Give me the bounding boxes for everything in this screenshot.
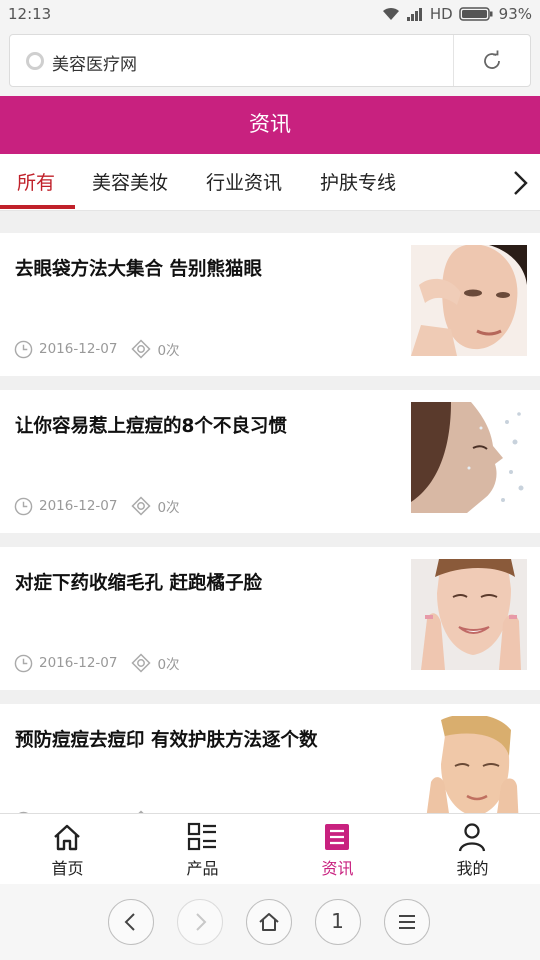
- tab-count: 1: [331, 909, 344, 933]
- menu-icon: [399, 915, 415, 929]
- news-icon: [325, 824, 349, 850]
- browser-toolbar: 1: [0, 884, 540, 960]
- url-box[interactable]: 美容医疗网: [9, 34, 531, 87]
- tabs-button[interactable]: 1: [315, 899, 361, 945]
- status-icons: HD 93%: [382, 5, 532, 23]
- article-item[interactable]: 预防痘痘去痘印 有效护肤方法逐个数 2016-12-07 0次: [0, 704, 540, 813]
- signal-icon: [406, 8, 422, 21]
- view-count: 0次: [157, 657, 180, 673]
- tab-skincare[interactable]: 护肤专线: [320, 168, 396, 195]
- article-item[interactable]: 去眼袋方法大集合 告别熊猫眼 2016-12-07 0次: [0, 233, 540, 376]
- article-date: 2016-12-07: [39, 341, 118, 357]
- view-count: 0次: [157, 343, 180, 359]
- eye-icon: [131, 496, 152, 516]
- refresh-icon[interactable]: [480, 49, 504, 73]
- network-type: HD: [429, 5, 453, 23]
- category-tabs: 所有 美容美妆 行业资讯 护肤专线: [0, 154, 540, 211]
- forward-button[interactable]: [177, 899, 223, 945]
- site-name: 美容医疗网: [52, 55, 137, 75]
- eye-icon: [131, 653, 152, 673]
- article-views: 0次: [131, 496, 180, 516]
- article-thumbnail[interactable]: [411, 559, 527, 670]
- tab-all[interactable]: 所有: [17, 168, 55, 195]
- nav-news[interactable]: 资讯: [270, 814, 405, 885]
- article-item[interactable]: 让你容易惹上痘痘的8个不良习惯 2016-12-07 0次: [0, 390, 540, 533]
- tab-active-indicator: [0, 205, 75, 209]
- article-list: 去眼袋方法大集合 告别熊猫眼 2016-12-07 0次 让你容易惹上痘痘的8个…: [0, 233, 540, 813]
- chevron-right-icon[interactable]: [508, 168, 532, 198]
- page-title: 资讯: [0, 96, 540, 154]
- status-bar: 12:13 HD 93%: [0, 0, 540, 28]
- article-title: 让你容易惹上痘痘的8个不良习惯: [15, 416, 287, 437]
- tab-beauty-makeup[interactable]: 美容美妆: [92, 168, 168, 195]
- article-views: 0次: [131, 653, 180, 673]
- chevron-right-icon: [196, 913, 207, 931]
- url-divider: [453, 35, 454, 86]
- article-item[interactable]: 对症下药收缩毛孔 赶跑橘子脸 2016-12-07 0次: [0, 547, 540, 690]
- address-bar: 美容医疗网: [0, 28, 540, 96]
- nav-news-label: 资讯: [321, 859, 354, 878]
- article-title: 对症下药收缩毛孔 赶跑橘子脸: [15, 573, 262, 594]
- site-icon: [26, 52, 44, 70]
- nav-home-label: 首页: [51, 859, 84, 878]
- list-icon: [187, 822, 216, 851]
- bottom-nav: 首页 产品 资讯 我的: [0, 813, 540, 884]
- article-date: 2016-12-07: [39, 498, 118, 514]
- article-thumbnail[interactable]: [411, 245, 527, 356]
- home-button[interactable]: [246, 899, 292, 945]
- home-icon: [259, 913, 279, 931]
- menu-button[interactable]: [384, 899, 430, 945]
- wifi-icon: [382, 7, 399, 20]
- article-views: 0次: [131, 339, 180, 359]
- home-icon: [54, 824, 80, 851]
- article-title: 去眼袋方法大集合 告别熊猫眼: [15, 259, 262, 280]
- nav-products[interactable]: 产品: [135, 814, 270, 885]
- article-meta: 2016-12-07 0次: [14, 339, 180, 359]
- status-time: 12:13: [8, 5, 52, 23]
- nav-home[interactable]: 首页: [0, 814, 135, 885]
- article-title: 预防痘痘去痘印 有效护肤方法逐个数: [15, 730, 318, 751]
- tab-industry-news[interactable]: 行业资讯: [206, 168, 282, 195]
- view-count: 0次: [157, 500, 180, 516]
- article-date: 2016-12-07: [39, 655, 118, 671]
- nav-profile[interactable]: 我的: [405, 814, 540, 885]
- user-icon: [458, 823, 486, 852]
- eye-icon: [131, 339, 152, 359]
- clock-icon: [14, 497, 33, 515]
- nav-products-label: 产品: [186, 859, 219, 878]
- article-thumbnail[interactable]: [411, 402, 527, 513]
- battery-icon: [458, 7, 493, 21]
- back-button[interactable]: [108, 899, 154, 945]
- article-meta: 2016-12-07 0次: [14, 653, 180, 673]
- clock-icon: [14, 654, 33, 672]
- battery-percent: 93%: [498, 5, 532, 23]
- nav-profile-label: 我的: [456, 859, 489, 878]
- chevron-left-icon: [124, 913, 135, 931]
- article-meta: 2016-12-07 0次: [14, 496, 180, 516]
- article-thumbnail[interactable]: [411, 716, 527, 813]
- clock-icon: [14, 340, 33, 358]
